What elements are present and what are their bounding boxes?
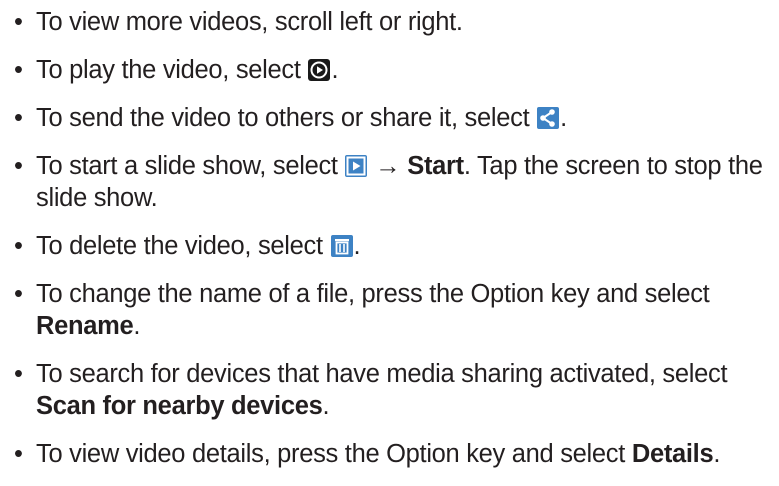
bullet-list: • To view more videos, scroll left or ri…	[14, 6, 776, 486]
trash-icon	[330, 235, 353, 257]
list-item: • To delete the video, select .	[14, 230, 776, 262]
item-text-end: .	[133, 312, 141, 340]
arrow-glyph: →	[368, 152, 408, 180]
bullet-dot: •	[14, 8, 23, 36]
item-text: To change the name of a file, press the …	[36, 280, 710, 308]
item-text: To view more videos, scroll left or righ…	[36, 8, 463, 36]
play-circle-icon	[308, 59, 331, 81]
bullet-dot: •	[14, 440, 23, 468]
item-text: To start a slide show, select	[36, 152, 345, 180]
share-icon	[537, 107, 560, 129]
slideshow-icon	[345, 155, 368, 177]
menu-option-label: Details	[631, 440, 714, 468]
item-text-end: .	[331, 56, 339, 84]
bullet-dot: •	[14, 232, 23, 260]
menu-option-label: Start	[407, 152, 464, 180]
bullet-dot: •	[14, 360, 23, 388]
menu-option-label: Scan for nearby devices	[36, 392, 323, 420]
item-text-end: .	[322, 392, 330, 420]
list-item: • To change the name of a file, press th…	[14, 278, 776, 342]
bullet-dot: •	[14, 56, 23, 84]
bullet-dot: •	[14, 152, 23, 180]
bullet-dot: •	[14, 104, 23, 132]
item-text: To play the video, select	[36, 56, 308, 84]
list-item: • To send the video to others or share i…	[14, 102, 776, 134]
list-item: • To start a slide show, select → Start.…	[14, 150, 776, 214]
list-item: • To play the video, select .	[14, 54, 776, 86]
item-text: To search for devices that have media sh…	[36, 360, 728, 388]
menu-option-label: Rename	[36, 312, 134, 340]
item-text-end: .	[713, 440, 721, 468]
item-text: To delete the video, select	[36, 232, 330, 260]
item-text-end: .	[560, 104, 567, 132]
list-item: • To search for devices that have media …	[14, 358, 776, 422]
item-text-end: .	[353, 232, 361, 260]
bullet-dot: •	[14, 280, 23, 308]
list-item: • To view more videos, scroll left or ri…	[14, 6, 776, 38]
item-text: To view video details, press the Option …	[36, 440, 632, 468]
list-item: • To view video details, press the Optio…	[14, 438, 776, 470]
item-text: To send the video to others or share it,…	[36, 104, 537, 132]
